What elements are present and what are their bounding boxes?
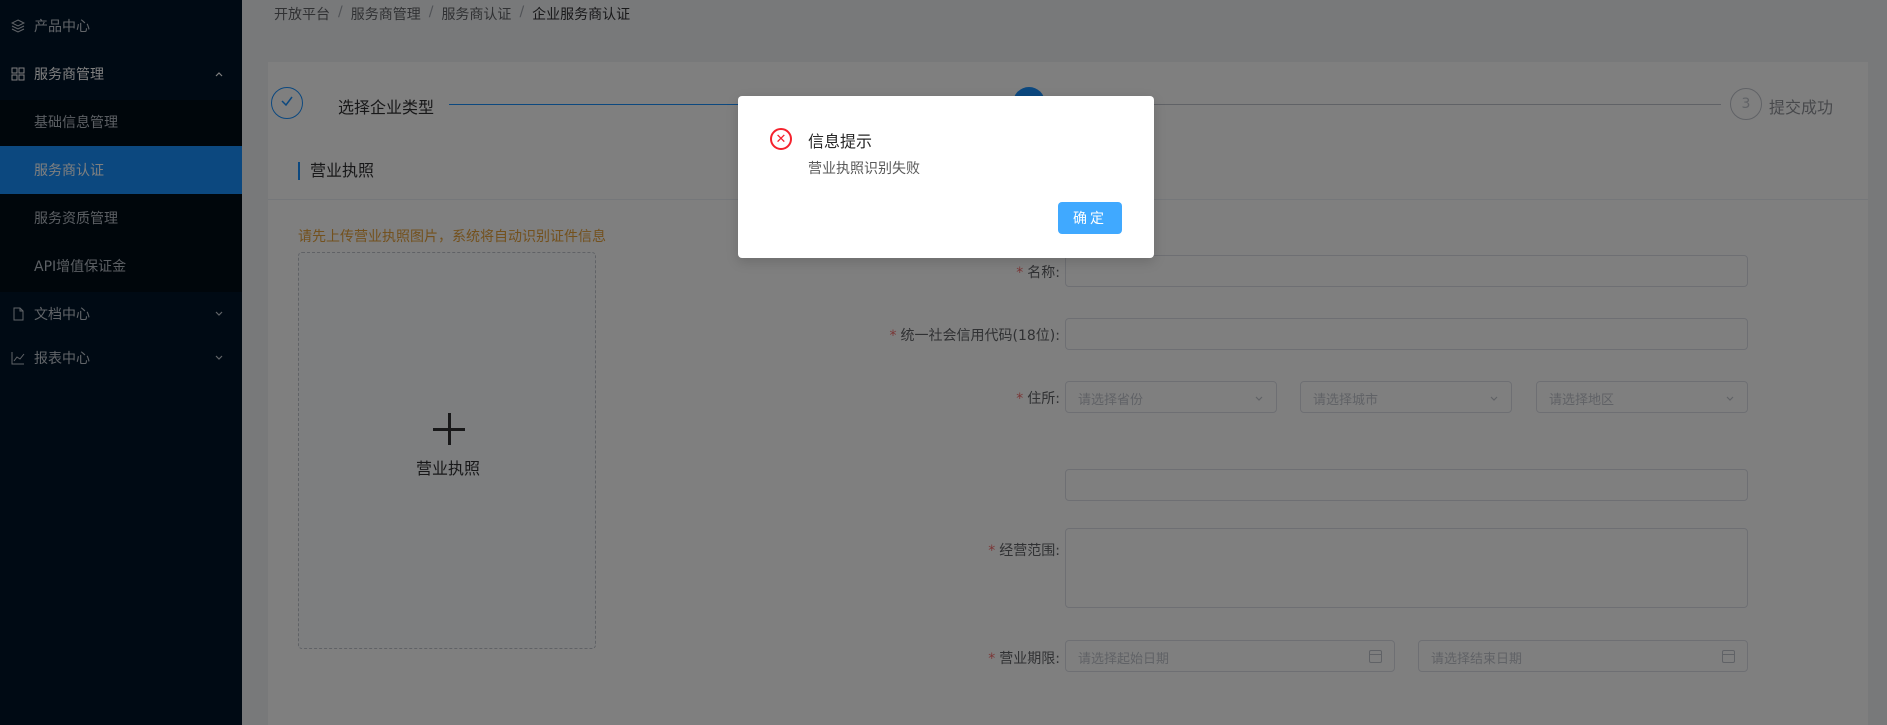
dialog-message: 营业执照识别失败 bbox=[808, 161, 920, 177]
error-dialog: ✕ 信息提示 营业执照识别失败 确定 bbox=[738, 96, 1154, 258]
dialog-title: 信息提示 bbox=[808, 132, 873, 151]
close-circle-icon: ✕ bbox=[770, 128, 792, 150]
confirm-button[interactable]: 确定 bbox=[1058, 202, 1122, 234]
